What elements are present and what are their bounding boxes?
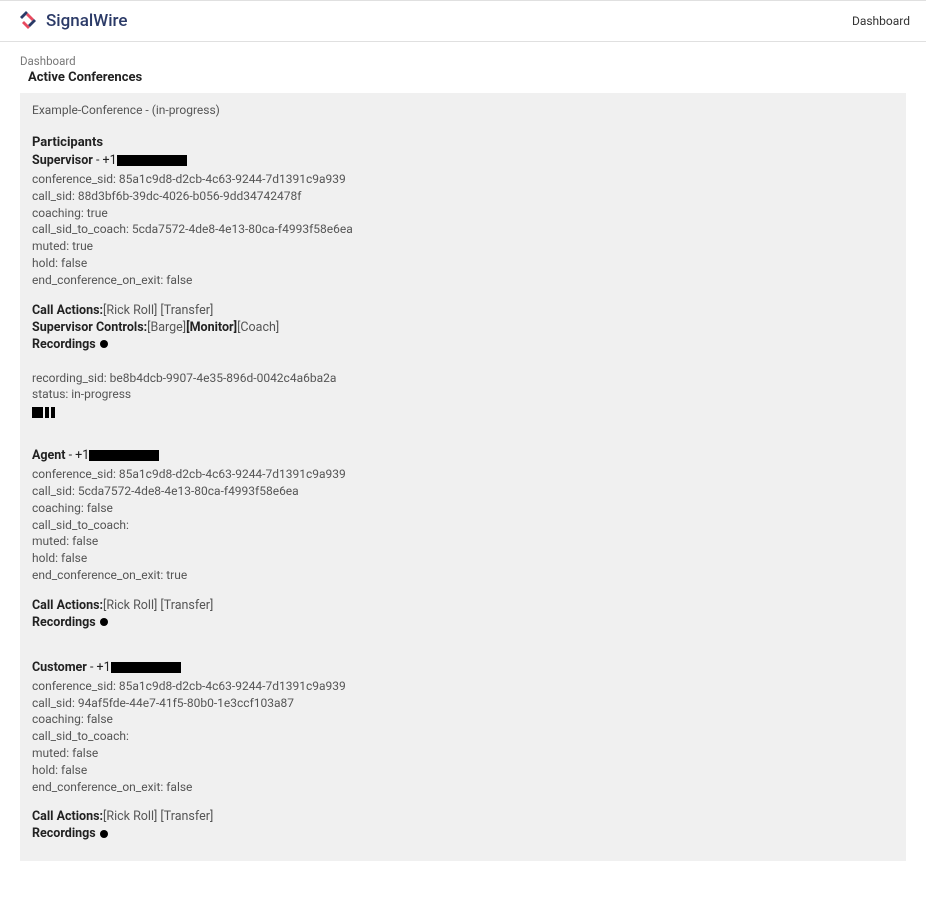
- call-actions-row: Call Actions:[Rick Roll] [Transfer]: [32, 303, 894, 318]
- participant-block: Customer - +1 conference_sid: 85a1c9d8-d2…: [32, 660, 894, 842]
- kv-call_sid_to_coach: call_sid_to_coach:: [32, 728, 894, 745]
- participant-block: Agent - +1 conference_sid: 85a1c9d8-d2cb-…: [32, 448, 894, 630]
- brand[interactable]: SignalWire: [16, 9, 127, 33]
- kv-conference_sid: conference_sid: 85a1c9d8-d2cb-4c63-9244-…: [32, 171, 894, 188]
- participant-header: Agent - +1: [32, 448, 894, 463]
- breadcrumb[interactable]: Dashboard: [20, 54, 906, 68]
- conference-title-row: Example-Conference - (in-progress): [32, 103, 894, 117]
- kv-muted: muted: false: [32, 745, 894, 762]
- kv-end_conference_on_exit: end_conference_on_exit: false: [32, 779, 894, 796]
- call-actions-label: Call Actions:: [32, 303, 103, 318]
- action-rick-roll[interactable]: [Rick Roll]: [103, 303, 157, 318]
- kv-call_sid_to_coach: call_sid_to_coach:: [32, 517, 894, 534]
- participant-header: Supervisor - +1: [32, 153, 894, 168]
- recordings-row: Recordings: [32, 826, 894, 841]
- control-monitor[interactable]: [Monitor]: [186, 320, 237, 335]
- kv-call_sid: call_sid: 5cda7572-4de8-4e13-80ca-f4993f…: [32, 483, 894, 500]
- kv-end_conference_on_exit: end_conference_on_exit: false: [32, 272, 894, 289]
- kv-end_conference_on_exit: end_conference_on_exit: true: [32, 567, 894, 584]
- call-actions-row: Call Actions:[Rick Roll] [Transfer]: [32, 809, 894, 824]
- recordings-label: Recordings: [32, 615, 96, 630]
- recording-controls: [32, 407, 894, 418]
- page-title: Active Conferences: [20, 70, 906, 85]
- kv-call_sid: call_sid: 88d3bf6b-39dc-4026-b056-9dd347…: [32, 188, 894, 205]
- action-transfer[interactable]: [Transfer]: [160, 809, 213, 824]
- kv-conference_sid: conference_sid: 85a1c9d8-d2cb-4c63-9244-…: [32, 466, 894, 483]
- participant-header: Customer - +1: [32, 660, 894, 675]
- control-coach[interactable]: [Coach]: [237, 320, 279, 335]
- redacted-phone: [89, 450, 159, 461]
- recording-details: recording_sid: be8b4dcb-9907-4e35-896d-0…: [32, 370, 894, 419]
- participant-block: Supervisor - +1 conference_sid: 85a1c9d8-…: [32, 153, 894, 418]
- brand-name: SignalWire: [46, 11, 127, 31]
- call-actions-label: Call Actions:: [32, 809, 103, 824]
- nav-dashboard-link[interactable]: Dashboard: [852, 14, 910, 28]
- kv-call_sid_to_coach: call_sid_to_coach: 5cda7572-4de8-4e13-80…: [32, 221, 894, 238]
- action-transfer[interactable]: [Transfer]: [160, 303, 213, 318]
- record-icon[interactable]: [100, 830, 108, 838]
- participants-label: Participants: [32, 135, 894, 150]
- call-actions-label: Call Actions:: [32, 598, 103, 613]
- kv-hold: hold: false: [32, 255, 894, 272]
- supervisor-controls-label: Supervisor Controls:: [32, 320, 147, 335]
- participant-role: Supervisor: [32, 153, 93, 168]
- kv-muted: muted: false: [32, 533, 894, 550]
- action-rick-roll[interactable]: [Rick Roll]: [103, 598, 157, 613]
- main-content: Dashboard Active Conferences Example-Con…: [0, 42, 926, 873]
- kv-recording-sid: recording_sid: be8b4dcb-9907-4e35-896d-0…: [32, 370, 894, 387]
- recordings-label: Recordings: [32, 337, 96, 352]
- kv-conference_sid: conference_sid: 85a1c9d8-d2cb-4c63-9244-…: [32, 678, 894, 695]
- recordings-row: Recordings: [32, 337, 894, 352]
- signalwire-logo-icon: [16, 9, 40, 33]
- record-icon[interactable]: [100, 340, 108, 348]
- kv-hold: hold: false: [32, 550, 894, 567]
- app-header: SignalWire Dashboard: [0, 0, 926, 42]
- kv-hold: hold: false: [32, 762, 894, 779]
- supervisor-controls-row: Supervisor Controls:[Barge][Monitor][Coa…: [32, 320, 894, 335]
- stop-icon[interactable]: [32, 407, 43, 418]
- conference-status: (in-progress): [152, 103, 220, 117]
- call-actions-row: Call Actions:[Rick Roll] [Transfer]: [32, 598, 894, 613]
- redacted-phone: [111, 662, 181, 673]
- record-icon[interactable]: [100, 618, 108, 626]
- pause-icon[interactable]: [45, 407, 55, 418]
- control-barge[interactable]: [Barge]: [147, 320, 186, 335]
- kv-muted: muted: true: [32, 238, 894, 255]
- kv-coaching: coaching: false: [32, 500, 894, 517]
- participant-role: Customer: [32, 660, 87, 675]
- conference-panel: Example-Conference - (in-progress) Parti…: [20, 93, 906, 861]
- action-rick-roll[interactable]: [Rick Roll]: [103, 809, 157, 824]
- redacted-phone: [117, 155, 187, 166]
- recordings-row: Recordings: [32, 615, 894, 630]
- action-transfer[interactable]: [Transfer]: [160, 598, 213, 613]
- kv-recording-status: status: in-progress: [32, 386, 894, 403]
- kv-call_sid: call_sid: 94af5fde-44e7-41f5-80b0-1e3ccf…: [32, 695, 894, 712]
- kv-coaching: coaching: true: [32, 205, 894, 222]
- participant-role: Agent: [32, 448, 66, 463]
- recordings-label: Recordings: [32, 826, 96, 841]
- kv-coaching: coaching: false: [32, 711, 894, 728]
- conference-name: Example-Conference: [32, 103, 142, 117]
